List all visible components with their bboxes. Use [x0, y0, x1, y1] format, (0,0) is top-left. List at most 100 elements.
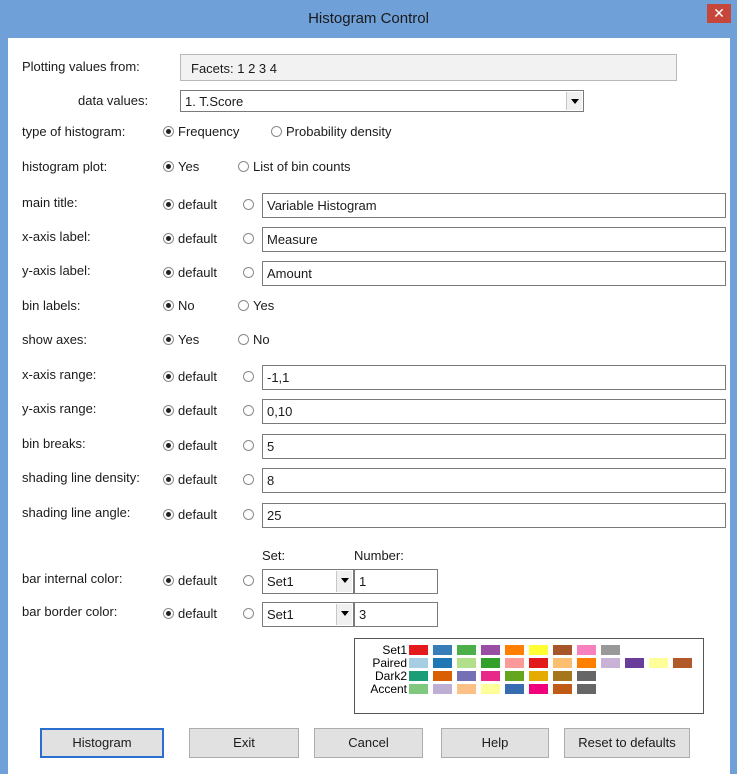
xaxis-range-input[interactable]: -1,1: [262, 365, 726, 390]
shading-density-custom-radio[interactable]: [243, 474, 254, 485]
color-swatch: [457, 684, 476, 694]
palette-name: Set1: [382, 643, 407, 657]
type-of-histogram-label: type of histogram:: [22, 124, 126, 139]
bar-border-color-label: bar border color:: [22, 604, 118, 619]
color-swatch: [433, 658, 452, 668]
type-probability-radio[interactable]: [271, 126, 282, 137]
xaxis-range-default-radio[interactable]: [163, 371, 174, 382]
color-swatch: [433, 684, 452, 694]
bar-internal-custom-radio[interactable]: [243, 575, 254, 586]
xaxis-label-default-radio[interactable]: [163, 233, 174, 244]
show-axes-no-label: No: [253, 332, 270, 347]
yaxis-range-input[interactable]: 0,10: [262, 399, 726, 424]
color-swatch: [457, 645, 476, 655]
bin-labels-yes-radio[interactable]: [238, 300, 249, 311]
main-title-default-radio[interactable]: [163, 199, 174, 210]
xaxis-range-default-label: default: [178, 369, 218, 384]
chevron-down-icon[interactable]: [566, 92, 582, 110]
bin-breaks-default-label: default: [178, 438, 218, 453]
color-palette-legend: Set1 Paired Dark2 Accent: [354, 638, 704, 714]
color-swatch: [481, 684, 500, 694]
color-swatch: [409, 671, 428, 681]
xaxis-label-label: x-axis label:: [22, 229, 91, 244]
show-axes-yes-radio[interactable]: [163, 334, 174, 345]
show-axes-no-radio[interactable]: [238, 334, 249, 345]
color-swatch: [505, 684, 524, 694]
show-axes-label: show axes:: [22, 332, 88, 347]
bin-breaks-default-radio[interactable]: [163, 440, 174, 451]
shading-angle-input[interactable]: 25: [262, 503, 726, 528]
bar-border-default-radio[interactable]: [163, 608, 174, 619]
plot-bin-counts-radio[interactable]: [238, 161, 249, 172]
shading-angle-default-radio[interactable]: [163, 509, 174, 520]
bar-border-custom-radio[interactable]: [243, 608, 254, 619]
plot-bin-counts-label: List of bin counts: [253, 159, 351, 174]
color-swatch: [553, 645, 572, 655]
reset-to-defaults-button[interactable]: Reset to defaults: [564, 728, 690, 758]
palette-row-paired: Paired: [355, 657, 703, 669]
exit-button[interactable]: Exit: [189, 728, 299, 758]
bin-labels-yes-label: Yes: [253, 298, 275, 313]
bin-labels-no-label: No: [178, 298, 195, 313]
color-swatch: [409, 645, 428, 655]
bin-breaks-custom-radio[interactable]: [243, 440, 254, 451]
show-axes-yes-label: Yes: [178, 332, 200, 347]
main-title-custom-radio[interactable]: [243, 199, 254, 210]
xaxis-label-custom-radio[interactable]: [243, 233, 254, 244]
bin-labels-label: bin labels:: [22, 298, 81, 313]
type-frequency-radio[interactable]: [163, 126, 174, 137]
color-swatch: [505, 671, 524, 681]
yaxis-range-default-label: default: [178, 403, 218, 418]
color-swatch: [553, 684, 572, 694]
chevron-down-icon[interactable]: [336, 604, 352, 625]
color-swatch: [577, 658, 596, 668]
color-swatch: [649, 658, 668, 668]
color-swatch: [409, 684, 428, 694]
yaxis-label-default-label: default: [178, 265, 218, 280]
shading-angle-custom-radio[interactable]: [243, 509, 254, 520]
bar-internal-color-label: bar internal color:: [22, 571, 123, 586]
color-swatch: [409, 658, 428, 668]
bar-border-number-input[interactable]: 3: [354, 602, 438, 627]
xaxis-label-input[interactable]: Measure: [262, 227, 726, 252]
histogram-button[interactable]: Histogram: [40, 728, 164, 758]
color-swatch: [505, 645, 524, 655]
bar-internal-set-value: Set1: [267, 574, 294, 589]
type-frequency-label: Frequency: [178, 124, 240, 139]
xaxis-label-default-label: default: [178, 231, 218, 246]
data-values-select[interactable]: 1. T.Score: [180, 90, 584, 112]
bar-internal-default-radio[interactable]: [163, 575, 174, 586]
color-swatch: [529, 671, 548, 681]
yaxis-range-custom-radio[interactable]: [243, 405, 254, 416]
color-swatch: [529, 645, 548, 655]
bar-internal-number-input[interactable]: 1: [354, 569, 438, 594]
bin-labels-no-radio[interactable]: [163, 300, 174, 311]
bin-breaks-input[interactable]: 5: [262, 434, 726, 459]
help-button[interactable]: Help: [441, 728, 549, 758]
yaxis-range-label: y-axis range:: [22, 401, 97, 416]
yaxis-label-custom-radio[interactable]: [243, 267, 254, 278]
number-column-header: Number:: [354, 548, 404, 563]
shading-density-default-radio[interactable]: [163, 474, 174, 485]
bar-border-set-select[interactable]: Set1: [262, 602, 354, 627]
data-values-label: data values:: [78, 93, 149, 108]
yaxis-range-default-radio[interactable]: [163, 405, 174, 416]
shading-density-input[interactable]: 8: [262, 468, 726, 493]
color-swatch: [577, 684, 596, 694]
bar-internal-set-select[interactable]: Set1: [262, 569, 354, 594]
yaxis-label-default-radio[interactable]: [163, 267, 174, 278]
xaxis-range-custom-radio[interactable]: [243, 371, 254, 382]
palette-name: Paired: [372, 656, 407, 670]
set-column-header: Set:: [262, 548, 286, 563]
chevron-down-icon[interactable]: [336, 571, 352, 592]
shading-density-label: shading line density:: [22, 470, 140, 485]
color-swatch: [625, 658, 644, 668]
yaxis-label-input[interactable]: Amount: [262, 261, 726, 286]
cancel-button[interactable]: Cancel: [314, 728, 423, 758]
color-swatch: [577, 671, 596, 681]
plot-yes-radio[interactable]: [163, 161, 174, 172]
palette-row-set1: Set1: [355, 644, 703, 656]
close-button[interactable]: ✕: [707, 4, 731, 23]
main-title-input[interactable]: Variable Histogram: [262, 193, 726, 218]
title-bar: Histogram Control ✕: [0, 0, 737, 38]
